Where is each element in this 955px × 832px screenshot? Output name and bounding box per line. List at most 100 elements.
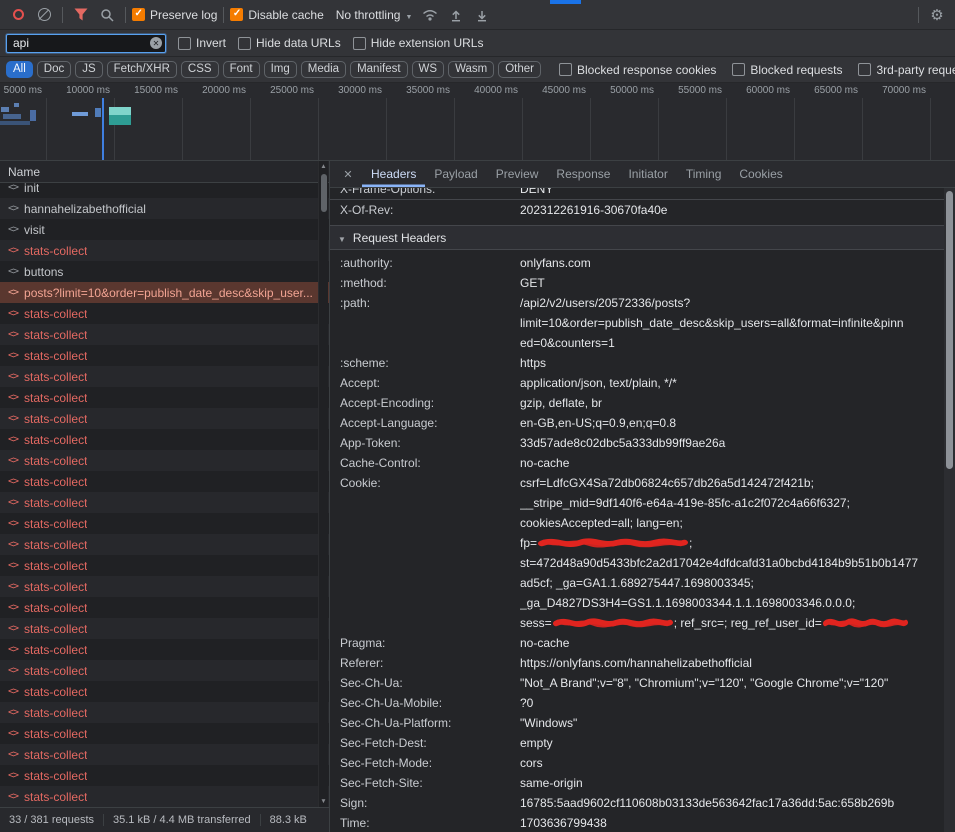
header-name: Sec-Ch-Ua-Mobile: xyxy=(330,693,520,713)
request-row[interactable]: <>stats-collect xyxy=(0,240,329,261)
type-chip-css[interactable]: CSS xyxy=(181,61,219,78)
request-row[interactable]: <>stats-collect xyxy=(0,408,329,429)
request-row[interactable]: <>stats-collect xyxy=(0,765,329,786)
header-value: 202312261916-30670fa40e xyxy=(520,200,944,220)
request-row[interactable]: <>stats-collect xyxy=(0,429,329,450)
toolbar-divider xyxy=(62,7,63,23)
name-column-header[interactable]: Name xyxy=(0,161,329,183)
disable-cache-checkbox[interactable]: Disable cache xyxy=(230,8,323,22)
record-button[interactable] xyxy=(6,3,30,27)
request-type-icon: <> xyxy=(8,455,18,466)
triangle-down-icon xyxy=(338,231,346,245)
request-row[interactable]: <>stats-collect xyxy=(0,387,329,408)
request-row[interactable]: <>visit xyxy=(0,219,329,240)
type-chip-doc[interactable]: Doc xyxy=(37,61,71,78)
settings-gear-icon[interactable] xyxy=(925,3,949,27)
tab-headers[interactable]: Headers xyxy=(362,161,425,187)
filter-input[interactable] xyxy=(6,34,166,53)
type-chip-ws[interactable]: WS xyxy=(412,61,445,78)
value-text: fp= xyxy=(520,536,537,550)
request-row[interactable]: <>stats-collect xyxy=(0,660,329,681)
request-row[interactable]: <>posts?limit=10&order=publish_date_desc… xyxy=(0,282,329,303)
network-conditions-button[interactable] xyxy=(418,3,442,27)
type-chip-fetch-xhr[interactable]: Fetch/XHR xyxy=(107,61,177,78)
request-row[interactable]: <>stats-collect xyxy=(0,555,329,576)
type-chip-font[interactable]: Font xyxy=(223,61,260,78)
request-row[interactable]: <>stats-collect xyxy=(0,639,329,660)
type-chip-manifest[interactable]: Manifest xyxy=(350,61,407,78)
activity-bar xyxy=(109,107,131,115)
request-row[interactable]: <>stats-collect xyxy=(0,723,329,744)
details-scrollbar[interactable] xyxy=(944,188,955,832)
type-chip-other[interactable]: Other xyxy=(498,61,541,78)
request-type-icon: <> xyxy=(8,434,18,445)
requests-scrollbar[interactable] xyxy=(318,161,328,807)
type-chip-img[interactable]: Img xyxy=(264,61,297,78)
activity-bar xyxy=(72,112,88,116)
request-row[interactable]: <>stats-collect xyxy=(0,450,329,471)
tab-cookies[interactable]: Cookies xyxy=(730,161,791,187)
search-button[interactable] xyxy=(95,3,119,27)
filter-checkbox-blocked-requests[interactable]: Blocked requests xyxy=(732,63,842,77)
request-row[interactable]: <>init xyxy=(0,183,329,198)
request-row[interactable]: <>stats-collect xyxy=(0,303,329,324)
request-row[interactable]: <>stats-collect xyxy=(0,681,329,702)
invert-checkbox[interactable]: Invert xyxy=(178,36,226,50)
value-text: 1703636799438 xyxy=(520,816,607,830)
request-name: stats-collect xyxy=(24,517,87,531)
value-text: en-GB,en-US;q=0.9,en;q=0.8 xyxy=(520,416,676,430)
throttling-dropdown[interactable]: No throttling xyxy=(332,8,417,22)
request-type-icon: <> xyxy=(8,686,18,697)
summary-bar: 33 / 381 requests 35.1 kB / 4.4 MB trans… xyxy=(0,807,329,832)
type-chip-wasm[interactable]: Wasm xyxy=(448,61,494,78)
filter-button[interactable] xyxy=(69,3,93,27)
tab-payload[interactable]: Payload xyxy=(425,161,486,187)
hide-data-urls-checkbox[interactable]: Hide data URLs xyxy=(238,36,341,50)
request-headers-section[interactable]: Request Headers xyxy=(330,225,944,250)
overview-strip[interactable]: 5000 ms10000 ms15000 ms20000 ms25000 ms3… xyxy=(0,83,955,161)
filter-checkbox-blocked-response-cookies[interactable]: Blocked response cookies xyxy=(559,63,716,77)
header-value: 16785:5aad9602cf110608b03133de563642fac1… xyxy=(520,793,944,813)
tab-initiator[interactable]: Initiator xyxy=(619,161,676,187)
tab-preview[interactable]: Preview xyxy=(487,161,548,187)
header-row: Sec-Ch-Ua:"Not_A Brand";v="8", "Chromium… xyxy=(330,673,944,693)
scroll-down-icon[interactable] xyxy=(319,798,328,805)
header-value-line: /api2/v2/users/20572336/posts? xyxy=(520,293,944,313)
hide-extension-urls-checkbox[interactable]: Hide extension URLs xyxy=(353,36,484,50)
scroll-up-icon[interactable] xyxy=(319,163,328,170)
clear-filter-icon[interactable] xyxy=(150,37,162,49)
scrollbar-thumb[interactable] xyxy=(946,191,953,469)
export-har-button[interactable] xyxy=(470,3,494,27)
request-row[interactable]: <>stats-collect xyxy=(0,597,329,618)
request-row[interactable]: <>buttons xyxy=(0,261,329,282)
request-row[interactable]: <>stats-collect xyxy=(0,576,329,597)
header-value: "Windows" xyxy=(520,713,944,733)
type-chip-media[interactable]: Media xyxy=(301,61,346,78)
request-row[interactable]: <>stats-collect xyxy=(0,366,329,387)
details-panel: HeadersPayloadPreviewResponseInitiatorTi… xyxy=(330,161,955,832)
request-row[interactable]: <>stats-collect xyxy=(0,471,329,492)
close-icon[interactable] xyxy=(334,161,362,187)
tab-timing[interactable]: Timing xyxy=(677,161,731,187)
request-row[interactable]: <>stats-collect xyxy=(0,324,329,345)
scrollbar-thumb[interactable] xyxy=(321,174,327,212)
header-name: Cache-Control: xyxy=(330,453,520,473)
clear-network-log-button[interactable] xyxy=(32,3,56,27)
section-title: Request Headers xyxy=(353,231,446,245)
type-chip-js[interactable]: JS xyxy=(75,61,102,78)
request-row[interactable]: <>stats-collect xyxy=(0,786,329,807)
request-row[interactable]: <>stats-collect xyxy=(0,744,329,765)
checkbox-label: Blocked response cookies xyxy=(577,63,716,77)
request-row[interactable]: <>stats-collect xyxy=(0,492,329,513)
request-row[interactable]: <>stats-collect xyxy=(0,534,329,555)
import-har-button[interactable] xyxy=(444,3,468,27)
request-row[interactable]: <>stats-collect xyxy=(0,618,329,639)
preserve-log-checkbox[interactable]: Preserve log xyxy=(132,8,217,22)
type-chip-all[interactable]: All xyxy=(6,61,33,78)
request-row[interactable]: <>stats-collect xyxy=(0,345,329,366)
request-row[interactable]: <>stats-collect xyxy=(0,702,329,723)
tab-response[interactable]: Response xyxy=(547,161,619,187)
request-row[interactable]: <>stats-collect xyxy=(0,513,329,534)
request-row[interactable]: <>hannahelizabethofficial xyxy=(0,198,329,219)
filter-checkbox-3rd-party-requests[interactable]: 3rd-party requests xyxy=(858,63,955,77)
